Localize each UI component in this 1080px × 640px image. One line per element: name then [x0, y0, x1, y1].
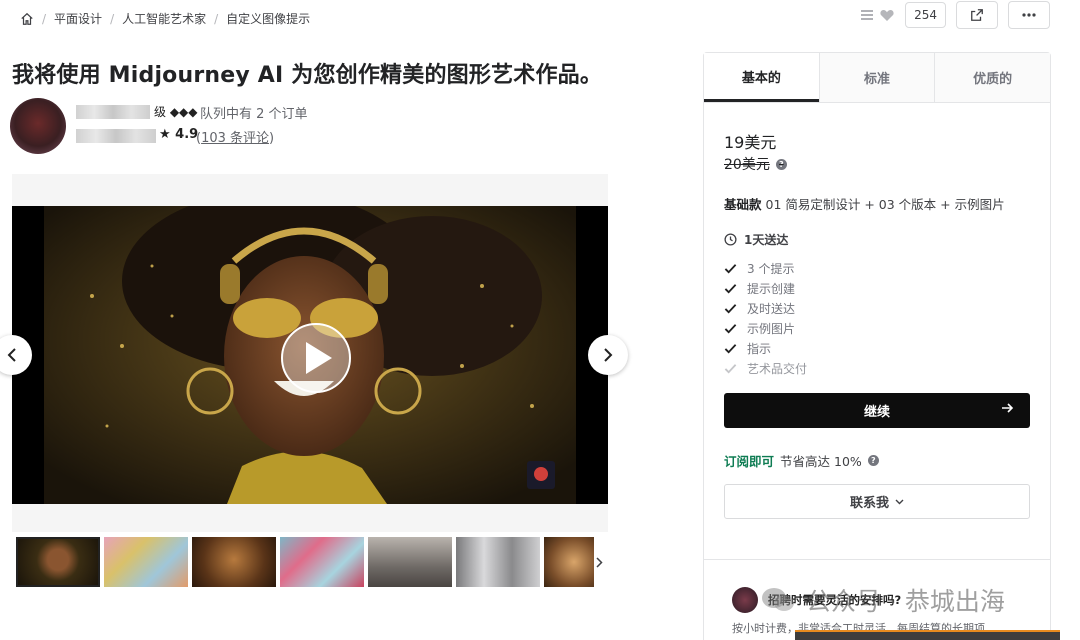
- bottom-bar: [795, 630, 1060, 640]
- feature-item: 示例图片: [724, 318, 807, 338]
- breadcrumb-item-custom-prompts[interactable]: 自定义图像提示: [226, 10, 310, 27]
- breadcrumb-item-graphic-design[interactable]: 平面设计: [54, 10, 102, 27]
- check-icon: [724, 263, 737, 274]
- clock-icon: [724, 233, 737, 246]
- check-icon: [724, 323, 737, 334]
- feature-label: 提示创建: [747, 281, 796, 296]
- tab-standard[interactable]: 标准: [818, 53, 935, 102]
- wechat-icon: [762, 588, 794, 611]
- panel-divider: [704, 559, 1050, 560]
- package-price: 19美元: [724, 133, 777, 152]
- continue-label: 继续: [863, 405, 890, 420]
- thumbnail-item[interactable]: [280, 537, 364, 587]
- thumbnail-item[interactable]: [456, 537, 540, 587]
- tab-premium[interactable]: 优质的: [934, 53, 1051, 102]
- heart-icon[interactable]: [879, 7, 895, 23]
- feature-label: 及时送达: [747, 301, 796, 316]
- check-icon: [724, 303, 737, 314]
- gig-title: 我将使用 Midjourney AI 为您创作精美的图形艺术作品。: [12, 63, 603, 88]
- breadcrumb-separator: /: [214, 11, 219, 26]
- subscribe-savings: 节省高达 10%: [780, 454, 862, 469]
- package-tabs: 基本的 标准 优质的: [704, 53, 1051, 103]
- thumbnails-next-button[interactable]: [590, 552, 608, 572]
- feature-item: 及时送达: [724, 298, 807, 318]
- chevron-left-icon: [7, 348, 16, 362]
- check-icon: [724, 363, 737, 374]
- watermark-text: 公众号 · 恭城出海: [806, 587, 1005, 616]
- reviews-link[interactable]: 103 条评论: [201, 131, 269, 146]
- feature-label: 艺术品交付: [747, 361, 808, 376]
- seller-rating: ★ 4.9: [159, 127, 199, 142]
- rating-stars-blurred: [76, 129, 156, 143]
- home-icon[interactable]: [20, 12, 34, 26]
- package-panel: 基本的 标准 优质的 19美元 20美元 ? 基础款 01 简易定制设计 + 0…: [703, 52, 1051, 640]
- gig-gallery: [12, 174, 608, 532]
- original-price-value: 20美元: [724, 157, 770, 173]
- breadcrumb: / 平面设计 / 人工智能艺术家 / 自定义图像提示: [20, 10, 310, 27]
- share-icon: [971, 9, 983, 21]
- gallery-thumbnails: [16, 537, 594, 587]
- thumbnail-item[interactable]: [192, 537, 276, 587]
- help-icon[interactable]: ?: [867, 455, 879, 466]
- list-icon[interactable]: [859, 7, 875, 23]
- chevron-right-icon: [604, 348, 613, 362]
- thumbnail-item[interactable]: [544, 537, 594, 587]
- gallery-main-image[interactable]: [12, 206, 608, 504]
- check-icon: [724, 343, 737, 354]
- check-icon: [724, 283, 737, 294]
- feature-item: 3 个提示: [724, 258, 807, 278]
- thumbnail-item[interactable]: [104, 537, 188, 587]
- feature-item-excluded: 艺术品交付: [724, 358, 807, 378]
- ellipsis-icon: [1022, 13, 1036, 17]
- chevron-right-icon: [595, 556, 603, 568]
- original-price: 20美元 ?: [724, 154, 787, 174]
- seller-level: 级 ◆◆◆: [154, 105, 198, 119]
- more-options-button[interactable]: [1008, 1, 1050, 29]
- package-name: 基础款: [724, 197, 762, 212]
- seller-avatar[interactable]: [10, 98, 66, 154]
- arrow-right-icon: [1002, 403, 1014, 413]
- reviews-count: (103 条评论): [196, 127, 274, 146]
- share-button[interactable]: [956, 1, 998, 29]
- delivery-time-label: 1天送达: [744, 233, 789, 247]
- tab-basic[interactable]: 基本的: [704, 53, 819, 102]
- feature-item: 提示创建: [724, 278, 807, 298]
- reviews-close-paren: ): [269, 131, 275, 146]
- promo-avatar: [732, 587, 758, 613]
- seller-name-blurred[interactable]: [76, 105, 150, 119]
- help-icon[interactable]: ?: [775, 158, 787, 170]
- thumbnail-item[interactable]: [368, 537, 452, 587]
- feature-label: 示例图片: [747, 321, 796, 336]
- play-icon[interactable]: [281, 323, 351, 393]
- feature-label: 指示: [747, 341, 772, 356]
- package-details: 01 简易定制设计 + 03 个版本 + 示例图片: [761, 197, 1005, 212]
- feature-item: 指示: [724, 338, 807, 358]
- subscribe-link[interactable]: 订阅即可: [724, 451, 774, 470]
- delivery-time: 1天送达: [724, 231, 788, 248]
- breadcrumb-separator: /: [110, 11, 115, 26]
- package-description: 基础款 01 简易定制设计 + 03 个版本 + 示例图片: [724, 194, 1005, 213]
- like-count: 254: [905, 2, 946, 28]
- chevron-down-icon: [895, 499, 904, 504]
- breadcrumb-separator: /: [42, 11, 47, 26]
- continue-button[interactable]: 继续: [724, 393, 1030, 428]
- contact-me-label: 联系我: [849, 496, 889, 511]
- gallery-next-button[interactable]: [588, 335, 628, 375]
- orders-in-queue: 队列中有 2 个订单: [200, 107, 308, 122]
- feature-list: 3 个提示 提示创建 及时送达 示例图片 指示 艺术品交付: [724, 258, 807, 378]
- feature-label: 3 个提示: [747, 261, 795, 276]
- gig-actions: 254: [859, 1, 1050, 29]
- subscribe-offer: 订阅即可 节省高达 10% ?: [724, 451, 879, 470]
- contact-me-button[interactable]: 联系我: [724, 484, 1030, 519]
- watermark: 公众号 · 恭城出海: [760, 582, 1005, 618]
- thumbnail-item[interactable]: [16, 537, 100, 587]
- breadcrumb-item-ai-artists[interactable]: 人工智能艺术家: [122, 10, 206, 27]
